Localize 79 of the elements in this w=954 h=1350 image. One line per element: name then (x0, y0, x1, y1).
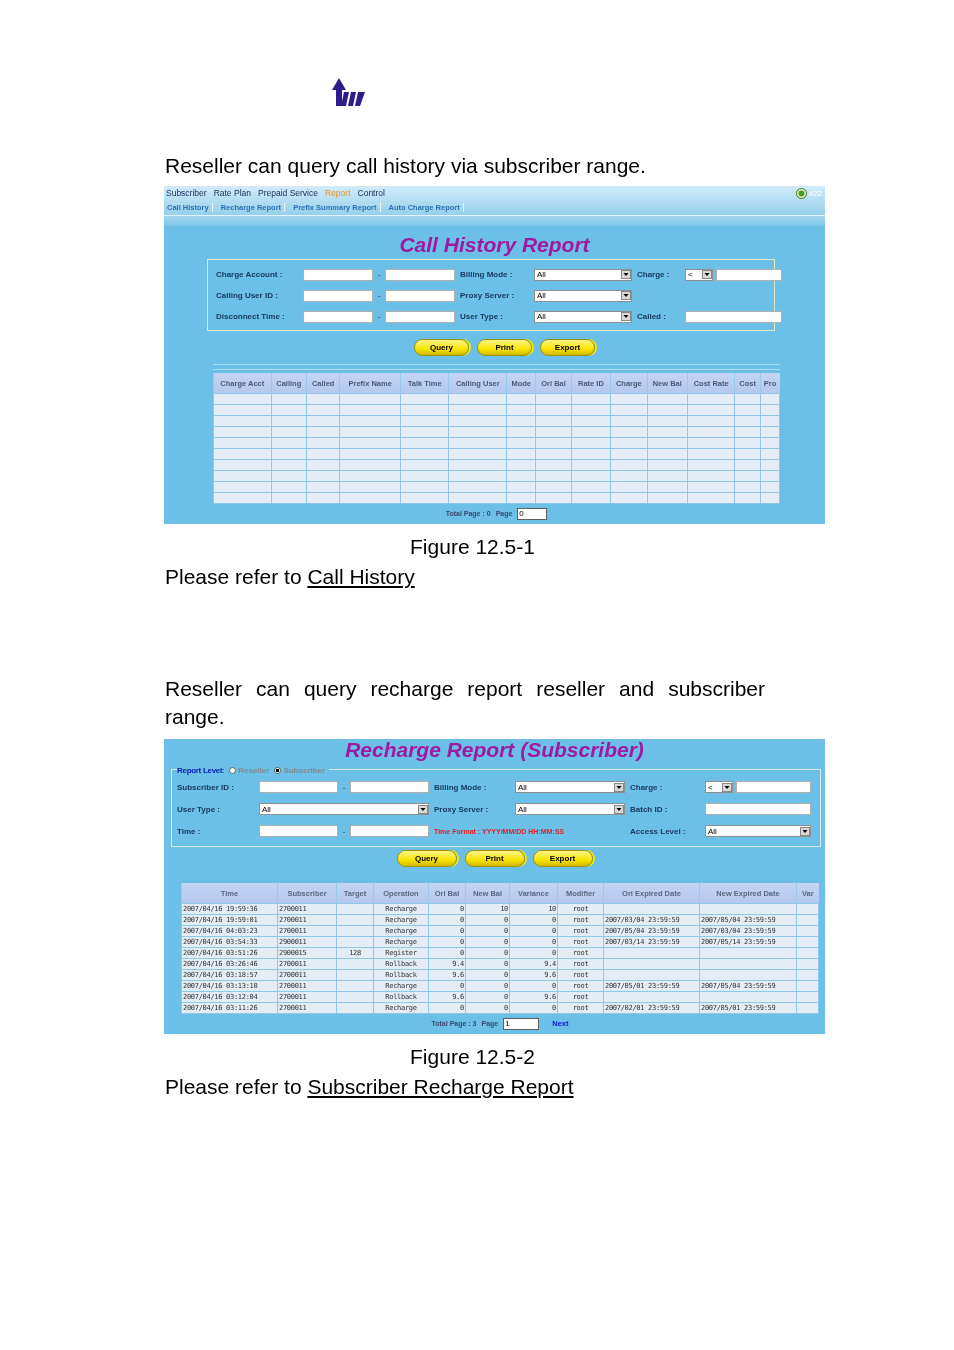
dropdown-arrow-icon (621, 270, 631, 279)
select-field[interactable]: All (534, 268, 632, 281)
dropdown-arrow-icon (418, 804, 428, 814)
text-field[interactable] (350, 781, 429, 793)
field-label: Time : (177, 826, 202, 836)
text-field[interactable] (350, 825, 429, 837)
figure-caption: Figure 12.5-2 (409, 1045, 536, 1069)
menu-item[interactable]: Subscriber (166, 188, 207, 198)
field-label: Proxy Server : (460, 291, 516, 300)
report-title: Call History Report (398, 232, 591, 257)
paragraph: Reseller can query call history via subscriber range. (165, 153, 647, 179)
reference-link[interactable]: Call History (307, 565, 415, 588)
range-dash: - (376, 270, 382, 279)
field-label: User Type : (177, 804, 221, 814)
report-level-label: Report Level: (177, 765, 225, 775)
field-label: Called : (637, 312, 667, 321)
field-label: User Type : (460, 312, 504, 321)
select-field[interactable]: All (534, 310, 632, 323)
select-field[interactable]: All (515, 781, 625, 793)
menu-item[interactable]: Control (357, 188, 385, 198)
field-label: Charge Account : (216, 270, 284, 279)
text-field[interactable] (259, 781, 338, 793)
text-field[interactable] (259, 825, 338, 837)
dropdown-arrow-icon (621, 291, 631, 300)
range-dash: - (376, 312, 382, 321)
select-field[interactable]: All (515, 803, 625, 815)
dropdown-arrow-icon (614, 804, 624, 814)
text-field[interactable] (736, 781, 811, 793)
range-dash: - (341, 826, 347, 836)
text-field[interactable] (303, 268, 373, 281)
field-label: Billing Mode : (460, 270, 514, 279)
logo-icon (332, 78, 366, 108)
range-dash: - (341, 782, 347, 792)
paragraph: Reseller can query recharge report reseller and subscriber range. (165, 676, 765, 730)
action-button[interactable]: Query (414, 339, 469, 356)
action-button[interactable]: Query (396, 850, 457, 867)
select-field[interactable]: < (685, 268, 713, 281)
select-field[interactable]: All (259, 803, 429, 815)
dropdown-arrow-icon (722, 782, 732, 792)
page-field[interactable]: 0 (517, 507, 548, 520)
dropdown-arrow-icon (621, 312, 631, 321)
text-field[interactable] (685, 310, 782, 323)
reference-text: Please refer to Call History (165, 565, 416, 589)
text-field[interactable] (303, 289, 373, 302)
field-label: Charge : (630, 782, 664, 792)
field-label: Billing Mode : (434, 782, 488, 792)
action-button[interactable]: Print (477, 339, 532, 356)
select-field[interactable]: All (705, 825, 811, 837)
page-field[interactable]: 1 (503, 1017, 540, 1030)
field-label: Access Level : (630, 826, 687, 836)
field-label: Disconnect Time : (216, 312, 286, 321)
registered-icon (795, 188, 807, 199)
field-label: Charge : (637, 270, 671, 279)
text-field[interactable] (705, 803, 811, 815)
figure-caption: Figure 12.5-1 (409, 535, 536, 559)
range-dash: - (376, 291, 382, 300)
reference-text: Please refer to Subscriber Recharge Report (165, 1075, 575, 1099)
action-button[interactable]: Export (532, 850, 593, 867)
dropdown-arrow-icon (614, 782, 624, 792)
action-button[interactable]: Export (540, 339, 595, 356)
menu-item[interactable]: Rate Plan (213, 188, 251, 198)
menu-item[interactable]: Prepaid Service (258, 188, 318, 198)
dropdown-arrow-icon (702, 270, 712, 279)
text-field[interactable] (716, 268, 782, 281)
action-button[interactable]: Print (464, 850, 525, 867)
select-field[interactable]: < (705, 781, 733, 793)
dropdown-arrow-icon (800, 826, 810, 836)
text-field[interactable] (385, 289, 455, 302)
field-label: Subscriber ID : (177, 782, 235, 792)
user-number: #22 (808, 189, 822, 198)
text-field[interactable] (303, 310, 373, 323)
reference-link[interactable]: Subscriber Recharge Report (307, 1075, 574, 1098)
field-label: Calling User ID : (216, 291, 279, 300)
field-label: Proxy Server : (434, 804, 490, 814)
field-label: Batch ID : (630, 804, 669, 814)
report-title: Recharge Report (Subscriber) (344, 739, 645, 761)
text-field[interactable] (385, 268, 455, 281)
text-field[interactable] (385, 310, 455, 323)
select-field[interactable]: All (534, 289, 632, 302)
